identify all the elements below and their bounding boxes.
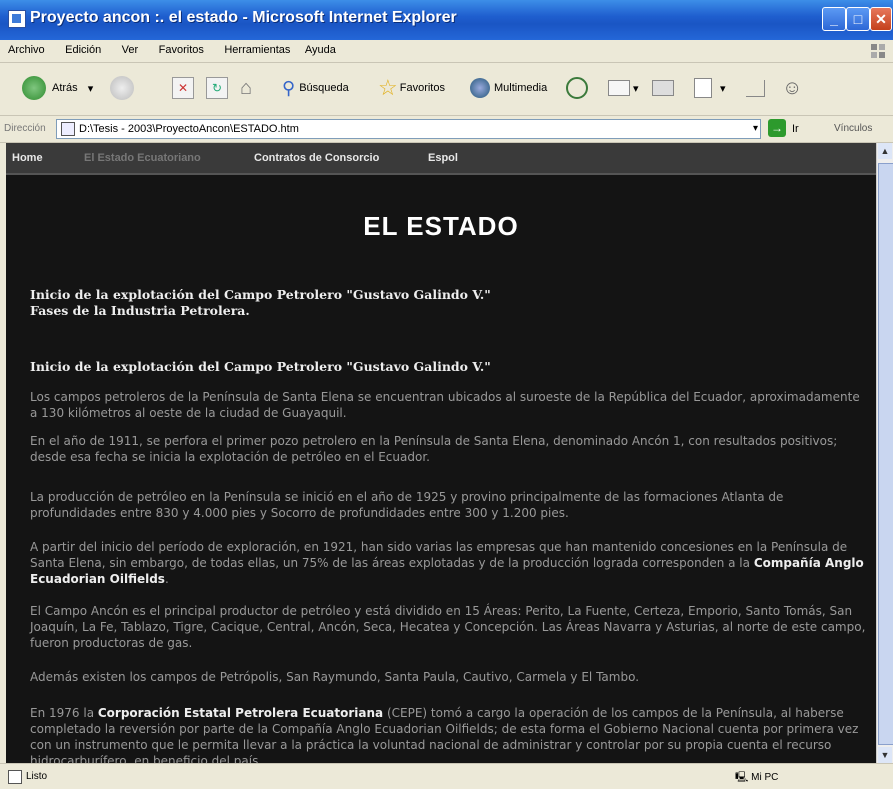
title-bar: Proyecto ancon :. el estado - Microsoft … [0, 0, 893, 40]
maximize-button[interactable]: □ [846, 7, 870, 31]
messenger-icon: ☺ [782, 76, 803, 99]
history-icon [566, 77, 588, 99]
address-value: D:\Tesis - 2003\ProyectoAncon\ESTADO.htm [79, 123, 299, 135]
dropdown-arrow-icon[interactable]: ▾ [753, 120, 758, 138]
go-arrow-icon[interactable]: → [768, 119, 786, 137]
nav-el-estado-ecuatoriano[interactable]: El Estado Ecuatoriano [84, 152, 201, 164]
menu-bar: Archivo Edición Ver Favoritos Herramient… [0, 40, 893, 63]
browser-window: Proyecto ancon :. el estado - Microsoft … [0, 0, 893, 789]
multimedia-button[interactable]: Multimedia [470, 73, 547, 103]
scroll-up-arrow-icon[interactable]: ▲ [878, 143, 892, 159]
menu-herramientas[interactable]: Herramientas [224, 40, 290, 56]
paragraph-2: En el año de 1911, se perfora el primer … [30, 434, 838, 464]
paragraph-4-text: A partir del inicio del período de explo… [30, 540, 848, 570]
back-label: Atrás [52, 82, 78, 94]
address-bar: Dirección D:\Tesis - 2003\ProyectoAncon\… [0, 116, 893, 143]
search-label: Búsqueda [299, 82, 349, 94]
discuss-icon [746, 79, 765, 97]
home-icon: ⌂ [240, 76, 253, 99]
mail-button[interactable]: ▾ [608, 73, 639, 103]
history-button[interactable] [566, 73, 588, 103]
discuss-button[interactable] [746, 73, 765, 103]
messenger-button[interactable]: ☺ [782, 73, 802, 103]
search-button[interactable]: ⚲ Búsqueda [282, 73, 349, 103]
vertical-scrollbar[interactable]: ▲ ▼ [876, 143, 893, 763]
page-icon [61, 122, 75, 136]
paragraph-7-text: En 1976 la [30, 706, 98, 720]
multimedia-label: Multimedia [494, 82, 548, 94]
dropdown-arrow-icon: ▾ [87, 82, 94, 95]
star-icon: ☆ [378, 75, 398, 100]
edit-button[interactable]: ▾ [694, 73, 726, 103]
computer-icon: 🖳 [735, 772, 749, 783]
status-text: Listo [26, 771, 48, 782]
section-title: Inicio de la explotación del Campo Petro… [30, 359, 491, 374]
back-arrow-icon [22, 76, 46, 100]
page-content: Home El Estado Ecuatoriano Contratos de … [6, 143, 876, 763]
refresh-button[interactable]: ↻ [206, 73, 228, 103]
stop-button[interactable]: ✕ [172, 73, 194, 103]
favorites-button[interactable]: ☆ Favoritos [378, 73, 445, 103]
menu-edicion[interactable]: Edición [65, 40, 101, 56]
media-icon [470, 78, 490, 98]
mail-icon [608, 80, 630, 96]
menu-ver[interactable]: Ver [122, 40, 139, 56]
favorites-label: Favoritos [399, 82, 445, 94]
zone-label: Mi PC [751, 772, 779, 783]
cepe-highlight: Corporación Estatal Petrolera Ecuatorian… [97, 706, 384, 720]
site-nav: Home El Estado Ecuatoriano Contratos de … [6, 143, 876, 175]
windows-logo-icon [871, 44, 885, 58]
page-title: EL ESTADO [363, 211, 519, 241]
nav-contratos-de-consorcio[interactable]: Contratos de Consorcio [254, 152, 379, 164]
standard-toolbar: Atrás ▾ ✕ ↻ ⌂ ⚲ Búsqueda ☆ Favoritos Mul… [0, 63, 893, 116]
toc-link-fases[interactable]: Fases de la Industria Petrolera. [30, 303, 866, 319]
nav-home[interactable]: Home [12, 152, 43, 164]
print-button[interactable] [652, 73, 674, 103]
menu-favoritos[interactable]: Favoritos [159, 40, 204, 56]
nav-espol[interactable]: Espol [428, 152, 458, 164]
back-button[interactable]: Atrás ▾ [22, 73, 93, 103]
paragraph-5: El Campo Ancón es el principal productor… [30, 604, 866, 650]
home-button[interactable]: ⌂ [240, 73, 252, 103]
go-button[interactable]: Ir [792, 123, 799, 135]
menu-archivo[interactable]: Archivo [8, 40, 45, 56]
address-label: Dirección [4, 123, 46, 134]
stop-icon: ✕ [172, 77, 194, 99]
toc-link-inicio[interactable]: Inicio de la explotación del Campo Petro… [30, 287, 866, 303]
links-button[interactable]: Vínculos [834, 123, 872, 134]
dropdown-arrow-icon: ▾ [633, 82, 639, 95]
status-bar: Listo 🖳 Mi PC [0, 763, 893, 789]
refresh-icon: ↻ [206, 77, 228, 99]
paragraph-6: Además existen los campos de Petrópolis,… [30, 670, 640, 684]
search-icon: ⚲ [282, 77, 296, 98]
address-input[interactable]: D:\Tesis - 2003\ProyectoAncon\ESTADO.htm… [56, 119, 761, 139]
paragraph-4: A partir del inicio del período de explo… [30, 539, 866, 587]
print-icon [652, 80, 674, 96]
zone-indicator: 🖳 Mi PC [735, 770, 778, 787]
ie-app-icon [8, 10, 26, 28]
edit-icon [694, 78, 712, 98]
minimize-button[interactable]: _ [822, 7, 846, 31]
paragraph-3: La producción de petróleo en la Penínsul… [30, 490, 784, 520]
forward-arrow-icon [110, 76, 134, 100]
close-button[interactable]: ✕ [870, 7, 892, 31]
menu-ayuda[interactable]: Ayuda [305, 40, 336, 56]
scroll-down-arrow-icon[interactable]: ▼ [878, 747, 892, 763]
page-status-icon [8, 770, 22, 784]
window-title: Proyecto ancon :. el estado - Microsoft … [30, 9, 457, 26]
paragraph-7: En 1976 la Corporación Estatal Petrolera… [30, 705, 866, 763]
paragraph-4-end: . [164, 572, 169, 586]
dropdown-arrow-icon: ▾ [720, 82, 726, 95]
forward-button[interactable] [110, 73, 134, 103]
scroll-thumb[interactable] [878, 163, 893, 745]
paragraph-1: Los campos petroleros de la Península de… [30, 390, 860, 420]
